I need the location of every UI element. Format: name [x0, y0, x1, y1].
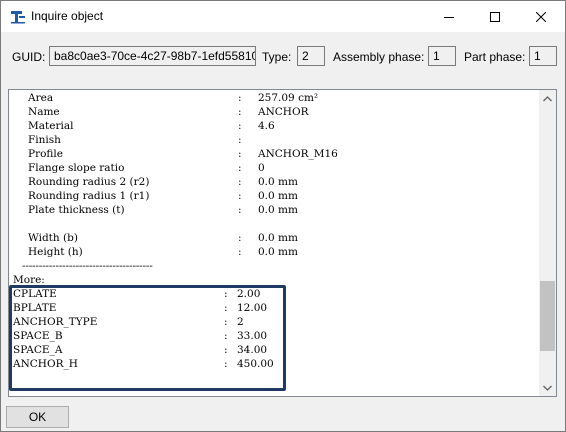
- property-line: Height (h):0.0 mm: [28, 246, 298, 258]
- maximize-button[interactable]: [472, 1, 518, 32]
- chevron-up-icon: [543, 95, 552, 101]
- property-line: Rounding radius 2 (r2):0.0 mm: [28, 176, 298, 188]
- more-header: More:: [13, 274, 45, 286]
- chevron-down-icon: [543, 385, 552, 391]
- property-line: Plate thickness (t):0.0 mm: [28, 204, 298, 216]
- more-item: CPLATE:2.00: [13, 288, 261, 300]
- tekla-app-icon: [10, 9, 26, 24]
- property-line: Flange slope ratio:0: [28, 162, 265, 174]
- guid-field[interactable]: ba8c0ae3-70ce-4c27-98b7-1efd55810c: [49, 46, 256, 66]
- more-item: BPLATE:12.00: [13, 302, 268, 314]
- window-title: Inquire object: [31, 9, 104, 23]
- property-line: Material:4.6: [28, 120, 275, 132]
- ok-button[interactable]: OK: [6, 406, 69, 428]
- property-line: Rounding radius 1 (r1):0.0 mm: [28, 190, 298, 202]
- property-line: Width (b):0.0 mm: [28, 232, 298, 244]
- object-info-row: GUID: ba8c0ae3-70ce-4c27-98b7-1efd55810c…: [1, 45, 565, 69]
- property-line: Finish:: [28, 134, 242, 146]
- minimize-button[interactable]: [426, 1, 472, 32]
- separator-line: ---------------------------------------: [22, 260, 153, 272]
- scroll-thumb[interactable]: [540, 281, 555, 351]
- more-item: ANCHOR_H:450.00: [13, 358, 274, 370]
- more-item: SPACE_A:34.00: [13, 344, 268, 356]
- assembly-phase-label: Assembly phase:: [333, 50, 425, 64]
- property-line: Name: ANCHOR: [28, 106, 309, 118]
- more-item: SPACE_B:33.00: [13, 330, 268, 342]
- assembly-phase-field[interactable]: 1: [428, 46, 456, 66]
- type-label: Type:: [262, 50, 292, 64]
- property-line: Area:257.09 cm²: [28, 92, 319, 104]
- title-bar[interactable]: Inquire object: [1, 1, 565, 32]
- inquire-object-window: Inquire object GUID: ba8c0ae3-70ce-4c27-…: [0, 0, 566, 432]
- type-field[interactable]: 2: [297, 46, 325, 66]
- guid-label: GUID:: [12, 50, 46, 64]
- scroll-up-button[interactable]: [539, 90, 556, 107]
- scroll-down-button[interactable]: [539, 379, 556, 396]
- part-phase-field[interactable]: 1: [529, 46, 557, 66]
- properties-list: Area:257.09 cm² Name: ANCHOR Material:4.6…: [9, 91, 539, 371]
- part-phase-label: Part phase:: [464, 50, 526, 64]
- object-properties-textbox[interactable]: Area:257.09 cm² Name: ANCHOR Material:4.6…: [8, 89, 557, 397]
- close-button[interactable]: [518, 1, 564, 32]
- property-line: Profile: ANCHOR_M16: [28, 148, 338, 160]
- maximize-icon: [490, 11, 500, 22]
- vertical-scrollbar[interactable]: [539, 90, 556, 396]
- minimize-icon: [444, 16, 454, 18]
- more-item: ANCHOR_TYPE:2: [13, 316, 244, 328]
- property-line: [9, 217, 539, 231]
- close-icon: [536, 11, 546, 22]
